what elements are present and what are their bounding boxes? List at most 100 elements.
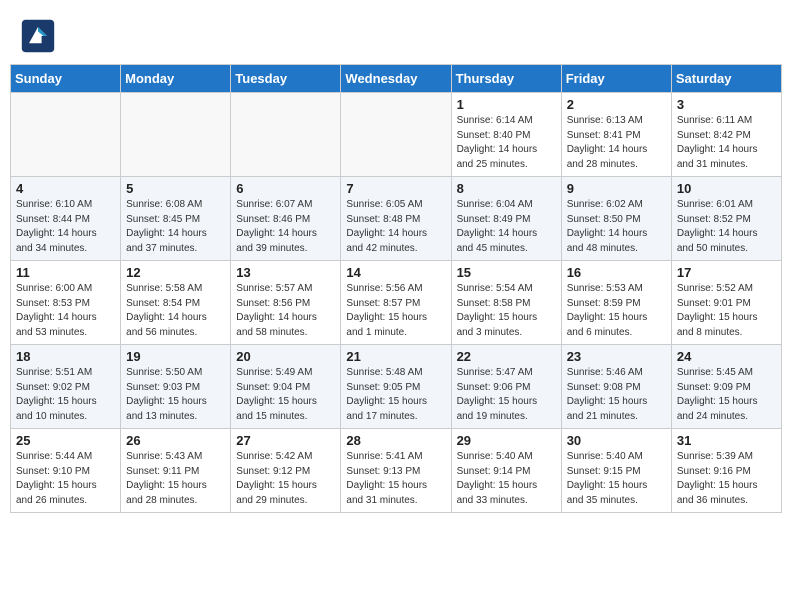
day-info: Sunrise: 5:57 AMSunset: 8:56 PMDaylight:… <box>236 282 335 340</box>
day-number: 6 <box>236 181 335 196</box>
weekday-header-friday: Friday <box>561 65 671 93</box>
day-number: 9 <box>567 181 666 196</box>
day-number: 18 <box>16 349 115 364</box>
calendar-cell: 24 Sunrise: 5:45 AMSunset: 9:09 PMDayligh… <box>671 345 781 429</box>
day-number: 25 <box>16 433 115 448</box>
day-info: Sunrise: 6:13 AMSunset: 8:41 PMDaylight:… <box>567 114 666 172</box>
weekday-header-thursday: Thursday <box>451 65 561 93</box>
calendar-cell: 25Sunrise: 5:44 AMSunset: 9:10 PMDayligh… <box>11 429 121 513</box>
day-info: Sunrise: 5:51 AMSunset: 9:02 PMDaylight:… <box>16 366 115 424</box>
calendar-cell: 22 Sunrise: 5:47 AMSunset: 9:06 PMDayligh… <box>451 345 561 429</box>
day-info: Sunrise: 5:41 AMSunset: 9:13 PMDaylight:… <box>346 450 445 508</box>
calendar-cell: 14Sunrise: 5:56 AMSunset: 8:57 PMDayligh… <box>341 261 451 345</box>
day-number: 19 <box>126 349 225 364</box>
weekday-header-tuesday: Tuesday <box>231 65 341 93</box>
day-info: Sunrise: 6:02 AMSunset: 8:50 PMDaylight:… <box>567 198 666 256</box>
day-info: Sunrise: 5:45 AMSunset: 9:09 PMDaylight:… <box>677 366 776 424</box>
day-info: Sunrise: 6:00 AMSunset: 8:53 PMDaylight:… <box>16 282 115 340</box>
day-info: Sunrise: 6:11 AMSunset: 8:42 PMDaylight:… <box>677 114 776 172</box>
day-info: Sunrise: 5:40 AMSunset: 9:15 PMDaylight:… <box>567 450 666 508</box>
day-info: Sunrise: 5:40 AMSunset: 9:14 PMDaylight:… <box>457 450 556 508</box>
day-number: 1 <box>457 97 556 112</box>
day-number: 8 <box>457 181 556 196</box>
calendar-cell: 7 Sunrise: 6:05 AMSunset: 8:48 PMDaylight… <box>341 177 451 261</box>
calendar-cell: 28Sunrise: 5:41 AMSunset: 9:13 PMDayligh… <box>341 429 451 513</box>
logo-icon <box>20 18 56 54</box>
day-info: Sunrise: 5:58 AMSunset: 8:54 PMDaylight:… <box>126 282 225 340</box>
day-number: 23 <box>567 349 666 364</box>
calendar-cell: 30 Sunrise: 5:40 AMSunset: 9:15 PMDayligh… <box>561 429 671 513</box>
calendar-cell: 11Sunrise: 6:00 AMSunset: 8:53 PMDayligh… <box>11 261 121 345</box>
day-number: 2 <box>567 97 666 112</box>
day-number: 30 <box>567 433 666 448</box>
calendar-header: SundayMondayTuesdayWednesdayThursdayFrid… <box>11 65 782 93</box>
day-number: 29 <box>457 433 556 448</box>
day-info: Sunrise: 6:08 AMSunset: 8:45 PMDaylight:… <box>126 198 225 256</box>
day-info: Sunrise: 6:10 AMSunset: 8:44 PMDaylight:… <box>16 198 115 256</box>
day-info: Sunrise: 5:46 AMSunset: 9:08 PMDaylight:… <box>567 366 666 424</box>
weekday-header-saturday: Saturday <box>671 65 781 93</box>
calendar-week-2: 4 Sunrise: 6:10 AMSunset: 8:44 PMDaylight… <box>11 177 782 261</box>
day-info: Sunrise: 5:53 AMSunset: 8:59 PMDaylight:… <box>567 282 666 340</box>
day-number: 31 <box>677 433 776 448</box>
calendar-cell: 31 Sunrise: 5:39 AMSunset: 9:16 PMDayligh… <box>671 429 781 513</box>
calendar-cell: 17Sunrise: 5:52 AMSunset: 9:01 PMDayligh… <box>671 261 781 345</box>
day-number: 27 <box>236 433 335 448</box>
calendar-cell: 3 Sunrise: 6:11 AMSunset: 8:42 PMDaylight… <box>671 93 781 177</box>
day-number: 26 <box>126 433 225 448</box>
page-header <box>10 10 782 58</box>
day-number: 22 <box>457 349 556 364</box>
day-info: Sunrise: 5:52 AMSunset: 9:01 PMDaylight:… <box>677 282 776 340</box>
calendar-cell: 15Sunrise: 5:54 AMSunset: 8:58 PMDayligh… <box>451 261 561 345</box>
day-info: Sunrise: 5:43 AMSunset: 9:11 PMDaylight:… <box>126 450 225 508</box>
calendar-cell: 9 Sunrise: 6:02 AMSunset: 8:50 PMDaylight… <box>561 177 671 261</box>
weekday-header-row: SundayMondayTuesdayWednesdayThursdayFrid… <box>11 65 782 93</box>
calendar-cell: 27 Sunrise: 5:42 AMSunset: 9:12 PMDayligh… <box>231 429 341 513</box>
calendar-cell: 20Sunrise: 5:49 AMSunset: 9:04 PMDayligh… <box>231 345 341 429</box>
day-info: Sunrise: 5:48 AMSunset: 9:05 PMDaylight:… <box>346 366 445 424</box>
calendar-cell: 4 Sunrise: 6:10 AMSunset: 8:44 PMDaylight… <box>11 177 121 261</box>
day-info: Sunrise: 5:54 AMSunset: 8:58 PMDaylight:… <box>457 282 556 340</box>
day-number: 5 <box>126 181 225 196</box>
calendar-cell: 29 Sunrise: 5:40 AMSunset: 9:14 PMDayligh… <box>451 429 561 513</box>
day-info: Sunrise: 5:50 AMSunset: 9:03 PMDaylight:… <box>126 366 225 424</box>
weekday-header-wednesday: Wednesday <box>341 65 451 93</box>
calendar-cell: 2 Sunrise: 6:13 AMSunset: 8:41 PMDaylight… <box>561 93 671 177</box>
calendar-week-3: 11Sunrise: 6:00 AMSunset: 8:53 PMDayligh… <box>11 261 782 345</box>
calendar-cell: 6Sunrise: 6:07 AMSunset: 8:46 PMDaylight… <box>231 177 341 261</box>
calendar-cell: 12 Sunrise: 5:58 AMSunset: 8:54 PMDayligh… <box>121 261 231 345</box>
logo <box>20 18 60 54</box>
day-number: 21 <box>346 349 445 364</box>
day-number: 12 <box>126 265 225 280</box>
calendar-cell <box>121 93 231 177</box>
day-info: Sunrise: 6:01 AMSunset: 8:52 PMDaylight:… <box>677 198 776 256</box>
day-number: 7 <box>346 181 445 196</box>
calendar-cell: 23 Sunrise: 5:46 AMSunset: 9:08 PMDayligh… <box>561 345 671 429</box>
day-info: Sunrise: 5:47 AMSunset: 9:06 PMDaylight:… <box>457 366 556 424</box>
calendar-cell: 5 Sunrise: 6:08 AMSunset: 8:45 PMDaylight… <box>121 177 231 261</box>
calendar-cell: 21 Sunrise: 5:48 AMSunset: 9:05 PMDayligh… <box>341 345 451 429</box>
day-info: Sunrise: 6:04 AMSunset: 8:49 PMDaylight:… <box>457 198 556 256</box>
calendar-cell: 8 Sunrise: 6:04 AMSunset: 8:49 PMDaylight… <box>451 177 561 261</box>
calendar-cell: 13 Sunrise: 5:57 AMSunset: 8:56 PMDayligh… <box>231 261 341 345</box>
day-number: 24 <box>677 349 776 364</box>
calendar-week-5: 25Sunrise: 5:44 AMSunset: 9:10 PMDayligh… <box>11 429 782 513</box>
weekday-header-monday: Monday <box>121 65 231 93</box>
day-info: Sunrise: 6:05 AMSunset: 8:48 PMDaylight:… <box>346 198 445 256</box>
day-info: Sunrise: 5:39 AMSunset: 9:16 PMDaylight:… <box>677 450 776 508</box>
calendar-week-1: 1Sunrise: 6:14 AMSunset: 8:40 PMDaylight… <box>11 93 782 177</box>
calendar-cell: 1Sunrise: 6:14 AMSunset: 8:40 PMDaylight… <box>451 93 561 177</box>
day-number: 4 <box>16 181 115 196</box>
day-number: 13 <box>236 265 335 280</box>
day-info: Sunrise: 5:42 AMSunset: 9:12 PMDaylight:… <box>236 450 335 508</box>
calendar-cell: 10 Sunrise: 6:01 AMSunset: 8:52 PMDayligh… <box>671 177 781 261</box>
calendar-cell <box>231 93 341 177</box>
calendar-cell: 18 Sunrise: 5:51 AMSunset: 9:02 PMDayligh… <box>11 345 121 429</box>
calendar-week-4: 18 Sunrise: 5:51 AMSunset: 9:02 PMDayligh… <box>11 345 782 429</box>
day-number: 10 <box>677 181 776 196</box>
day-number: 3 <box>677 97 776 112</box>
day-number: 16 <box>567 265 666 280</box>
calendar-cell <box>341 93 451 177</box>
calendar-body: 1Sunrise: 6:14 AMSunset: 8:40 PMDaylight… <box>11 93 782 513</box>
day-number: 20 <box>236 349 335 364</box>
